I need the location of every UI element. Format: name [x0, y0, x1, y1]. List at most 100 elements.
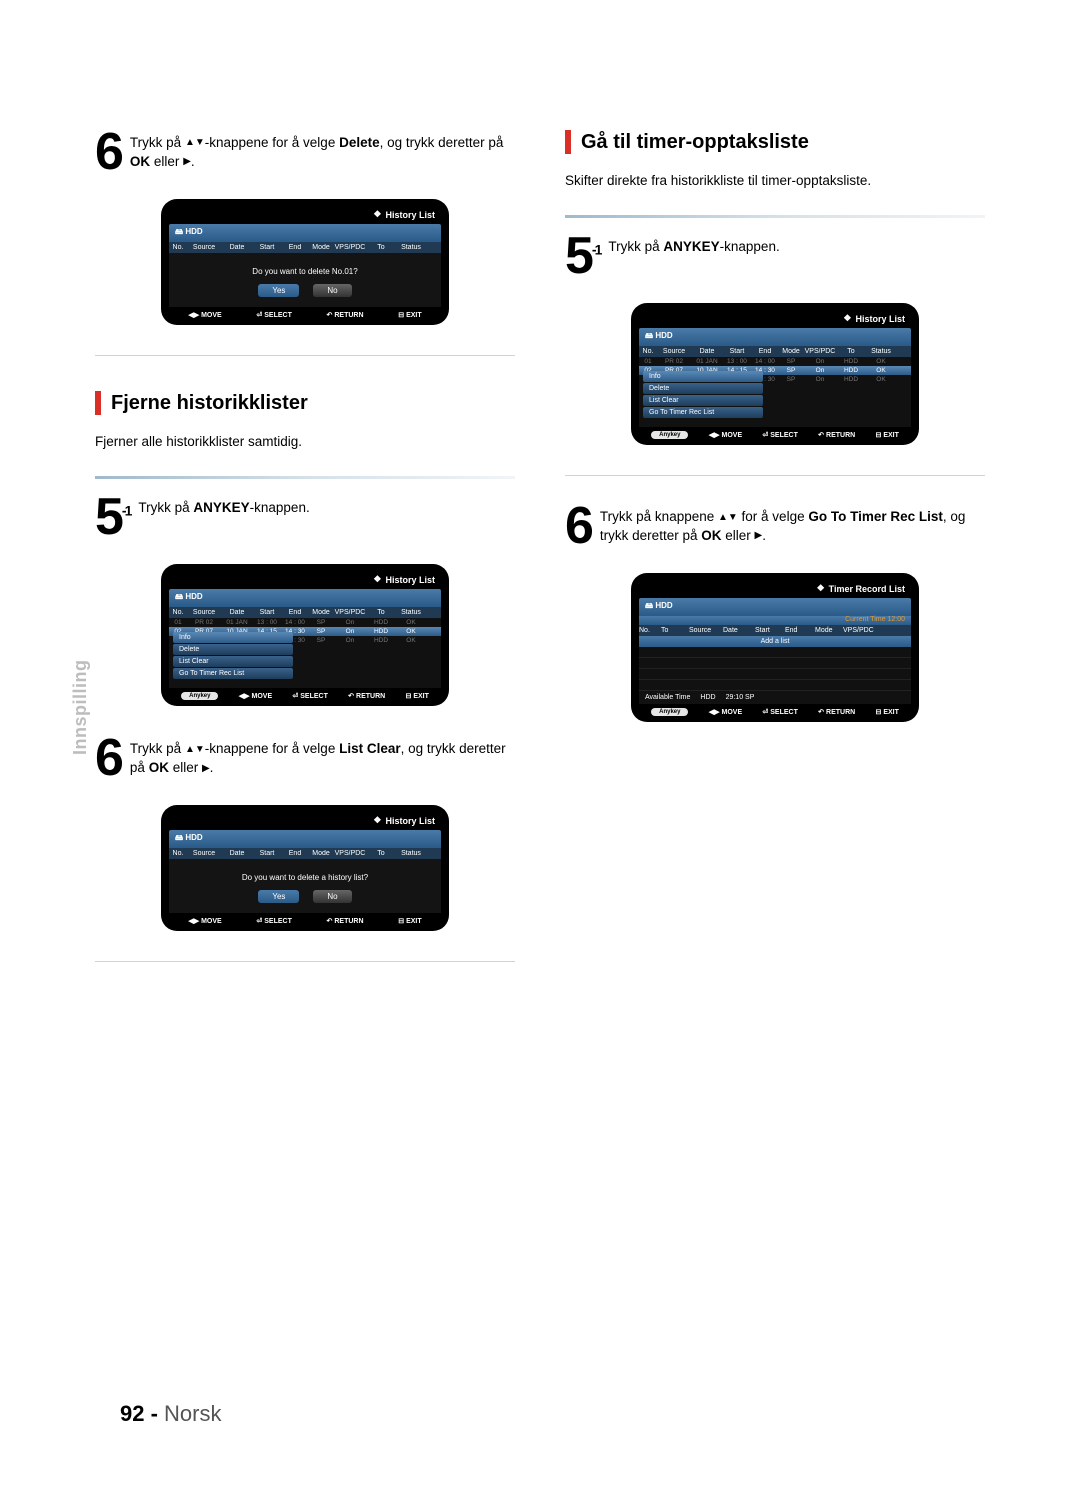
- step-text: Trykk på ANYKEY-knappen.: [138, 495, 309, 518]
- step-number: 5-1: [565, 234, 600, 278]
- step-5-1: 5-1 Trykk på ANYKEY-knappen.: [95, 495, 515, 539]
- section-body: Fjerner alle historikklister samtidig.: [95, 433, 515, 452]
- step-number: 6: [95, 736, 122, 780]
- menu-goto-timer[interactable]: Go To Timer Rec List: [643, 407, 763, 418]
- select-icon: ⏎: [256, 917, 262, 925]
- exit-icon: ⊟: [398, 917, 404, 925]
- yes-button[interactable]: Yes: [258, 284, 299, 297]
- move-icon: ◀▶: [188, 311, 199, 319]
- step-text: Trykk på knappene ▲▼ for å velge Go To T…: [600, 504, 985, 546]
- return-icon: ↶: [818, 431, 824, 439]
- divider: [95, 961, 515, 962]
- table-row: 01PR 0201 JAN13 : 0014 : 00SPOnHDDOK: [169, 618, 441, 627]
- updown-icon: ▲▼: [718, 511, 738, 525]
- menu-info[interactable]: Info: [173, 632, 293, 643]
- osd-footer: Anykey ◀▶MOVE ⏎SELECT ↶RETURN ⊟EXIT: [639, 427, 911, 441]
- move-icon: ◀▶: [709, 431, 720, 439]
- osd-footer: Anykey ◀▶MOVE ⏎SELECT ↶RETURN ⊟EXIT: [169, 688, 441, 702]
- step-number: 6: [565, 504, 592, 548]
- section-body: Skifter direkte fra historikkliste til t…: [565, 172, 985, 191]
- step-text: Trykk på ▲▼-knappene for å velge List Cl…: [130, 736, 515, 778]
- step-6-right: 6 Trykk på knappene ▲▼ for å velge Go To…: [565, 504, 985, 548]
- osd-headers: No. Source Date Start End Mode VPS/PDC T…: [169, 607, 441, 618]
- menu-list-clear[interactable]: List Clear: [173, 656, 293, 667]
- add-a-list[interactable]: Add a list: [639, 636, 911, 647]
- menu-goto-timer[interactable]: Go To Timer Rec List: [173, 668, 293, 679]
- osd-history-menu: ❖History List 🖴 HDD No. Source Date Star…: [631, 303, 919, 445]
- return-icon: ↶: [818, 708, 824, 716]
- context-menu: Info Delete List Clear Go To Timer Rec L…: [643, 371, 763, 419]
- anykey-pill: Anykey: [651, 708, 688, 716]
- hdd-icon: 🖴: [645, 331, 655, 340]
- osd-headers: No. To Source Date Start End Mode VPS/PD…: [639, 625, 911, 636]
- osd-footer: ◀▶MOVE ⏎SELECT ↶RETURN ⊟EXIT: [169, 307, 441, 321]
- current-time: Current Time 12:00: [639, 616, 911, 625]
- osd-title: History List: [385, 816, 435, 826]
- osd-footer: ◀▶MOVE ⏎SELECT ↶RETURN ⊟EXIT: [169, 913, 441, 927]
- page-footer: 92 - Norsk: [120, 1401, 222, 1427]
- osd-listclear-confirm: ❖History List 🖴 HDD No. Source Date Star…: [161, 805, 449, 931]
- menu-delete[interactable]: Delete: [173, 644, 293, 655]
- confirm-text: Do you want to delete a history list?: [169, 859, 441, 890]
- osd-headers: No. Source Date Start End Mode VPS/PDC T…: [639, 346, 911, 357]
- menu-delete[interactable]: Delete: [643, 383, 763, 394]
- no-button[interactable]: No: [313, 284, 351, 297]
- hdd-icon: 🖴: [645, 601, 655, 610]
- red-bar-icon: [565, 130, 571, 154]
- anykey-pill: Anykey: [651, 431, 688, 439]
- section-heading: Fjerne historikklister: [95, 391, 515, 415]
- section-heading: Gå til timer-opptaksliste: [565, 130, 985, 154]
- diamond-icon: ❖: [843, 313, 851, 324]
- exit-icon: ⊟: [875, 431, 881, 439]
- osd-headers: No. Source Date Start End Mode VPS/PDC T…: [169, 848, 441, 859]
- osd-delete-confirm: ❖History List 🖴 HDD No. Source Date Star…: [161, 199, 449, 325]
- left-column: 6 Trykk på ▲▼-knappene for å velge Delet…: [95, 130, 515, 990]
- exit-icon: ⊟: [405, 692, 411, 700]
- return-icon: ↶: [327, 917, 333, 925]
- diamond-icon: ❖: [373, 574, 381, 585]
- hdd-icon: 🖴: [175, 833, 185, 842]
- step-6-top: 6 Trykk på ▲▼-knappene for å velge Delet…: [95, 130, 515, 174]
- updown-icon: ▲▼: [185, 136, 205, 150]
- right-column: Gå til timer-opptaksliste Skifter direkt…: [565, 130, 985, 990]
- osd-history-menu: ❖History List 🖴 HDD No. Source Date Star…: [161, 564, 449, 706]
- osd-title: Timer Record List: [829, 584, 905, 594]
- anykey-pill: Anykey: [181, 692, 218, 700]
- return-icon: ↶: [348, 692, 354, 700]
- gradient-divider: [95, 476, 515, 479]
- step-number: 6: [95, 130, 122, 174]
- diamond-icon: ❖: [817, 583, 825, 594]
- osd-title: History List: [385, 210, 435, 220]
- select-icon: ⏎: [762, 708, 768, 716]
- return-icon: ↶: [327, 311, 333, 319]
- osd-footer: Anykey ◀▶MOVE ⏎SELECT ↶RETURN ⊟EXIT: [639, 704, 911, 718]
- red-bar-icon: [95, 391, 101, 415]
- select-icon: ⏎: [762, 431, 768, 439]
- context-menu: Info Delete List Clear Go To Timer Rec L…: [173, 632, 293, 680]
- move-icon: ◀▶: [709, 708, 720, 716]
- menu-info[interactable]: Info: [643, 371, 763, 382]
- exit-icon: ⊟: [398, 311, 404, 319]
- yes-button[interactable]: Yes: [258, 890, 299, 903]
- divider: [95, 355, 515, 356]
- updown-icon: ▲▼: [185, 743, 205, 757]
- select-icon: ⏎: [256, 311, 262, 319]
- no-button[interactable]: No: [313, 890, 351, 903]
- step-5-1: 5-1 Trykk på ANYKEY-knappen.: [565, 234, 985, 278]
- step-text: Trykk på ANYKEY-knappen.: [608, 234, 779, 257]
- osd-title: History List: [855, 314, 905, 324]
- osd-headers: No. Source Date Start End Mode VPS/PDC T…: [169, 242, 441, 253]
- step-text: Trykk på ▲▼-knappene for å velge Delete,…: [130, 130, 515, 172]
- gradient-divider: [565, 215, 985, 218]
- confirm-text: Do you want to delete No.01?: [169, 253, 441, 284]
- step-number: 5-1: [95, 495, 130, 539]
- move-icon: ◀▶: [239, 692, 250, 700]
- exit-icon: ⊟: [875, 708, 881, 716]
- osd-timer-record-list: ❖Timer Record List 🖴 HDD Current Time 12…: [631, 573, 919, 722]
- hdd-icon: 🖴: [175, 592, 185, 601]
- table-row: 01PR 0201 JAN13 : 0014 : 00SPOnHDDOK: [639, 357, 911, 366]
- available-time: Available Time HDD 29:10 SP: [639, 691, 911, 704]
- step-6-mid: 6 Trykk på ▲▼-knappene for å velge List …: [95, 736, 515, 780]
- move-icon: ◀▶: [188, 917, 199, 925]
- menu-list-clear[interactable]: List Clear: [643, 395, 763, 406]
